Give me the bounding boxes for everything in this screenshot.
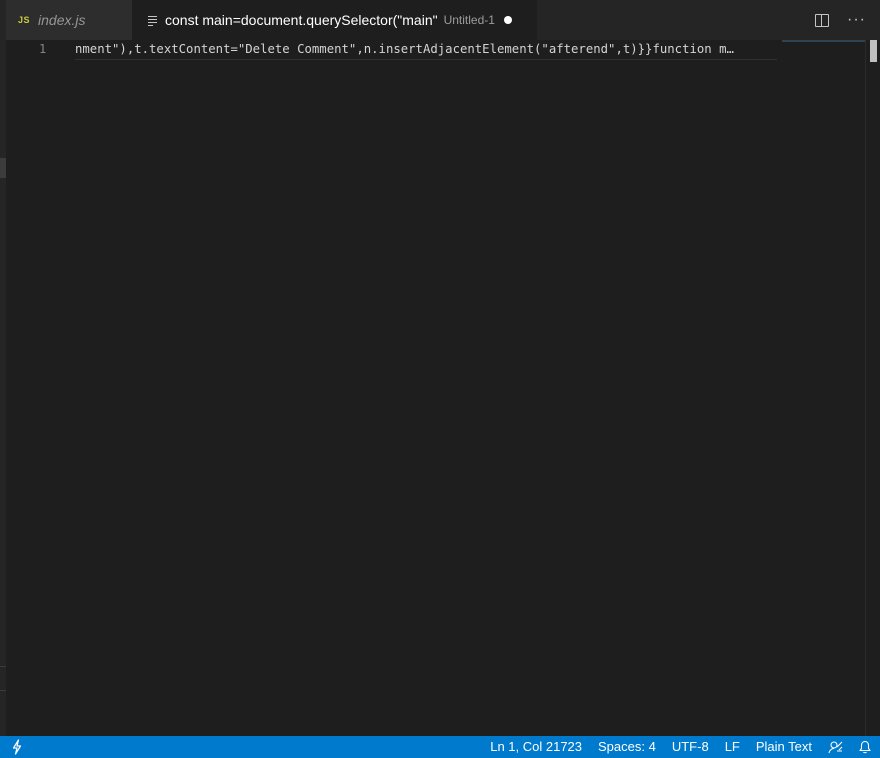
tab-bar: JS index.js const main=document.querySel… [6,0,880,40]
unsaved-dot-icon[interactable] [503,16,512,24]
code-line[interactable]: nment"),t.textContent="Delete Comment",n… [75,41,775,58]
split-editor-icon[interactable] [815,13,830,27]
horizontal-scroll-indicator [75,59,777,60]
language-mode[interactable]: Plain Text [748,736,820,758]
editor-actions: ··· [815,0,866,40]
encoding[interactable]: UTF-8 [664,736,717,758]
end-of-line[interactable]: LF [717,736,748,758]
editor-area[interactable]: 1 nment"),t.textContent="Delete Comment"… [6,40,880,736]
status-bar-right: Ln 1, Col 21723 Spaces: 4 UTF-8 LF Plain… [482,736,880,758]
indentation[interactable]: Spaces: 4 [590,736,664,758]
vscode-window: JS index.js const main=document.querySel… [0,0,880,758]
bell-icon[interactable] [850,736,880,758]
scrollbar-thumb[interactable] [870,40,877,62]
tab-untitled-1[interactable]: const main=document.querySelector("main"… [132,0,537,40]
feedback-icon[interactable] [820,736,850,758]
minimap-line[interactable] [782,40,866,42]
tab-index-js[interactable]: JS index.js [6,0,132,40]
status-bar: Ln 1, Col 21723 Spaces: 4 UTF-8 LF Plain… [0,736,880,758]
cursor-position[interactable]: Ln 1, Col 21723 [482,736,590,758]
tab-description: Untitled-1 [443,13,495,27]
tab-label: index.js [38,12,86,28]
line-number: 1 [39,42,47,56]
tab-label: const main=document.querySelector("main" [165,12,438,28]
plain-text-file-icon [148,15,157,26]
js-file-icon: JS [18,15,31,25]
vertical-scrollbar[interactable] [866,40,880,736]
more-actions-icon[interactable]: ··· [847,12,866,28]
remote-icon[interactable] [10,739,24,755]
